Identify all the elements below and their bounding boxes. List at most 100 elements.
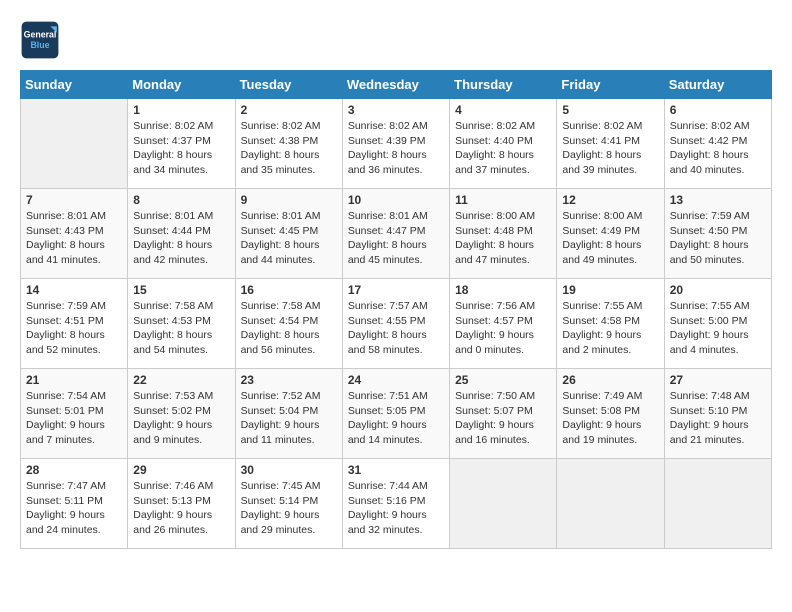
sunset-label: Sunset: 4:54 PM — [241, 315, 319, 327]
sunset-label: Sunset: 5:08 PM — [562, 405, 640, 417]
daylight-label: Daylight: 9 hours and 2 minutes. — [562, 329, 641, 356]
daylight-label: Daylight: 9 hours and 11 minutes. — [241, 419, 320, 446]
day-info: Sunrise: 7:59 AM Sunset: 4:50 PM Dayligh… — [670, 209, 766, 268]
sunrise-label: Sunrise: 7:52 AM — [241, 390, 321, 402]
daylight-label: Daylight: 8 hours and 35 minutes. — [241, 149, 320, 176]
calendar-cell: 5 Sunrise: 8:02 AM Sunset: 4:41 PM Dayli… — [557, 99, 664, 189]
day-info: Sunrise: 7:58 AM Sunset: 4:54 PM Dayligh… — [241, 299, 337, 358]
calendar-cell — [21, 99, 128, 189]
sunset-label: Sunset: 4:37 PM — [133, 135, 211, 147]
sunrise-label: Sunrise: 8:01 AM — [26, 210, 106, 222]
calendar-cell: 29 Sunrise: 7:46 AM Sunset: 5:13 PM Dayl… — [128, 459, 235, 549]
sunrise-label: Sunrise: 8:02 AM — [562, 120, 642, 132]
sunrise-label: Sunrise: 7:46 AM — [133, 480, 213, 492]
day-info: Sunrise: 7:50 AM Sunset: 5:07 PM Dayligh… — [455, 389, 551, 448]
day-info: Sunrise: 8:02 AM Sunset: 4:41 PM Dayligh… — [562, 119, 658, 178]
day-number: 5 — [562, 103, 658, 117]
daylight-label: Daylight: 8 hours and 42 minutes. — [133, 239, 212, 266]
daylight-label: Daylight: 9 hours and 19 minutes. — [562, 419, 641, 446]
sunrise-label: Sunrise: 7:55 AM — [670, 300, 750, 312]
sunset-label: Sunset: 4:44 PM — [133, 225, 211, 237]
day-info: Sunrise: 7:45 AM Sunset: 5:14 PM Dayligh… — [241, 479, 337, 538]
daylight-label: Daylight: 8 hours and 37 minutes. — [455, 149, 534, 176]
day-number: 2 — [241, 103, 337, 117]
sunrise-label: Sunrise: 7:48 AM — [670, 390, 750, 402]
sunset-label: Sunset: 4:49 PM — [562, 225, 640, 237]
sunset-label: Sunset: 4:41 PM — [562, 135, 640, 147]
sunset-label: Sunset: 4:42 PM — [670, 135, 748, 147]
weekday-header-row: SundayMondayTuesdayWednesdayThursdayFrid… — [21, 71, 772, 99]
sunset-label: Sunset: 5:11 PM — [26, 495, 103, 507]
svg-text:Blue: Blue — [30, 40, 49, 50]
weekday-header: Friday — [557, 71, 664, 99]
day-info: Sunrise: 7:44 AM Sunset: 5:16 PM Dayligh… — [348, 479, 444, 538]
day-number: 28 — [26, 463, 122, 477]
calendar-cell: 4 Sunrise: 8:02 AM Sunset: 4:40 PM Dayli… — [450, 99, 557, 189]
calendar-cell: 9 Sunrise: 8:01 AM Sunset: 4:45 PM Dayli… — [235, 189, 342, 279]
day-info: Sunrise: 8:01 AM Sunset: 4:43 PM Dayligh… — [26, 209, 122, 268]
sunrise-label: Sunrise: 8:02 AM — [348, 120, 428, 132]
day-number: 24 — [348, 373, 444, 387]
calendar-cell: 3 Sunrise: 8:02 AM Sunset: 4:39 PM Dayli… — [342, 99, 449, 189]
day-info: Sunrise: 8:02 AM Sunset: 4:42 PM Dayligh… — [670, 119, 766, 178]
day-number: 16 — [241, 283, 337, 297]
weekday-header: Sunday — [21, 71, 128, 99]
sunset-label: Sunset: 4:57 PM — [455, 315, 533, 327]
sunrise-label: Sunrise: 7:50 AM — [455, 390, 535, 402]
day-info: Sunrise: 7:58 AM Sunset: 4:53 PM Dayligh… — [133, 299, 229, 358]
calendar-cell: 19 Sunrise: 7:55 AM Sunset: 4:58 PM Dayl… — [557, 279, 664, 369]
sunset-label: Sunset: 5:14 PM — [241, 495, 319, 507]
day-number: 22 — [133, 373, 229, 387]
calendar-cell: 6 Sunrise: 8:02 AM Sunset: 4:42 PM Dayli… — [664, 99, 771, 189]
day-info: Sunrise: 8:00 AM Sunset: 4:48 PM Dayligh… — [455, 209, 551, 268]
day-number: 15 — [133, 283, 229, 297]
calendar-cell: 21 Sunrise: 7:54 AM Sunset: 5:01 PM Dayl… — [21, 369, 128, 459]
sunrise-label: Sunrise: 8:02 AM — [241, 120, 321, 132]
sunrise-label: Sunrise: 7:53 AM — [133, 390, 213, 402]
daylight-label: Daylight: 9 hours and 4 minutes. — [670, 329, 749, 356]
day-info: Sunrise: 8:00 AM Sunset: 4:49 PM Dayligh… — [562, 209, 658, 268]
calendar-cell: 28 Sunrise: 7:47 AM Sunset: 5:11 PM Dayl… — [21, 459, 128, 549]
daylight-label: Daylight: 8 hours and 58 minutes. — [348, 329, 427, 356]
calendar-cell: 27 Sunrise: 7:48 AM Sunset: 5:10 PM Dayl… — [664, 369, 771, 459]
daylight-label: Daylight: 8 hours and 50 minutes. — [670, 239, 749, 266]
calendar-cell: 10 Sunrise: 8:01 AM Sunset: 4:47 PM Dayl… — [342, 189, 449, 279]
daylight-label: Daylight: 8 hours and 44 minutes. — [241, 239, 320, 266]
calendar-cell: 1 Sunrise: 8:02 AM Sunset: 4:37 PM Dayli… — [128, 99, 235, 189]
calendar-cell: 22 Sunrise: 7:53 AM Sunset: 5:02 PM Dayl… — [128, 369, 235, 459]
calendar-cell: 16 Sunrise: 7:58 AM Sunset: 4:54 PM Dayl… — [235, 279, 342, 369]
daylight-label: Daylight: 8 hours and 52 minutes. — [26, 329, 105, 356]
sunset-label: Sunset: 4:58 PM — [562, 315, 640, 327]
sunrise-label: Sunrise: 8:02 AM — [455, 120, 535, 132]
sunrise-label: Sunrise: 7:58 AM — [241, 300, 321, 312]
sunset-label: Sunset: 4:47 PM — [348, 225, 426, 237]
daylight-label: Daylight: 8 hours and 39 minutes. — [562, 149, 641, 176]
day-number: 14 — [26, 283, 122, 297]
day-number: 31 — [348, 463, 444, 477]
sunrise-label: Sunrise: 7:47 AM — [26, 480, 106, 492]
day-info: Sunrise: 7:52 AM Sunset: 5:04 PM Dayligh… — [241, 389, 337, 448]
day-info: Sunrise: 7:48 AM Sunset: 5:10 PM Dayligh… — [670, 389, 766, 448]
daylight-label: Daylight: 9 hours and 14 minutes. — [348, 419, 427, 446]
sunset-label: Sunset: 4:43 PM — [26, 225, 104, 237]
calendar-cell — [450, 459, 557, 549]
sunrise-label: Sunrise: 7:59 AM — [26, 300, 106, 312]
daylight-label: Daylight: 9 hours and 0 minutes. — [455, 329, 534, 356]
sunset-label: Sunset: 4:40 PM — [455, 135, 533, 147]
sunset-label: Sunset: 4:51 PM — [26, 315, 104, 327]
calendar-cell: 31 Sunrise: 7:44 AM Sunset: 5:16 PM Dayl… — [342, 459, 449, 549]
day-info: Sunrise: 8:02 AM Sunset: 4:37 PM Dayligh… — [133, 119, 229, 178]
daylight-label: Daylight: 9 hours and 9 minutes. — [133, 419, 212, 446]
day-number: 27 — [670, 373, 766, 387]
daylight-label: Daylight: 8 hours and 45 minutes. — [348, 239, 427, 266]
daylight-label: Daylight: 9 hours and 24 minutes. — [26, 509, 105, 536]
daylight-label: Daylight: 9 hours and 16 minutes. — [455, 419, 534, 446]
day-info: Sunrise: 7:55 AM Sunset: 4:58 PM Dayligh… — [562, 299, 658, 358]
sunrise-label: Sunrise: 7:55 AM — [562, 300, 642, 312]
calendar-cell: 18 Sunrise: 7:56 AM Sunset: 4:57 PM Dayl… — [450, 279, 557, 369]
daylight-label: Daylight: 9 hours and 7 minutes. — [26, 419, 105, 446]
calendar-cell: 12 Sunrise: 8:00 AM Sunset: 4:49 PM Dayl… — [557, 189, 664, 279]
day-info: Sunrise: 8:02 AM Sunset: 4:40 PM Dayligh… — [455, 119, 551, 178]
day-number: 25 — [455, 373, 551, 387]
day-number: 9 — [241, 193, 337, 207]
